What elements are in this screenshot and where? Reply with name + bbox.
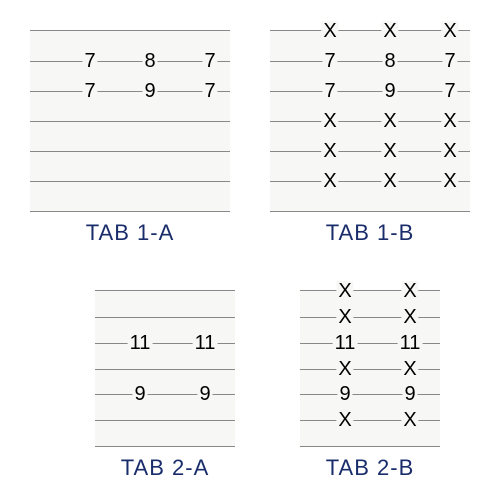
fret-value: 9 <box>382 81 397 101</box>
fret-value: X <box>401 410 418 430</box>
fret-value: 7 <box>82 51 97 71</box>
fret-value: 7 <box>82 81 97 101</box>
fret-value: 11 <box>398 333 423 353</box>
string-line <box>30 181 230 182</box>
fret-value: 9 <box>132 384 147 404</box>
tab-2a-label: TAB 2-A <box>121 455 210 481</box>
string-line <box>30 61 230 62</box>
fret-value: 7 <box>442 51 457 71</box>
tab-1a: 7 7 8 9 7 7 <box>30 30 230 211</box>
fret-value: 9 <box>337 384 352 404</box>
fret-value: X <box>336 307 353 327</box>
string-line <box>95 317 235 318</box>
fret-value: X <box>321 141 338 161</box>
fret-value: X <box>321 111 338 131</box>
fret-value: X <box>441 141 458 161</box>
string-line <box>270 121 470 122</box>
fret-value: 7 <box>202 51 217 71</box>
fret-value: X <box>336 359 353 379</box>
string-line <box>95 369 235 370</box>
fret-value: X <box>401 281 418 301</box>
string-line <box>270 181 470 182</box>
string-line <box>300 317 440 318</box>
fret-value: 7 <box>442 81 457 101</box>
fret-value: X <box>321 21 338 41</box>
fret-value: X <box>441 21 458 41</box>
fret-value: X <box>381 111 398 131</box>
fret-value: 9 <box>197 384 212 404</box>
fret-value: 9 <box>402 384 417 404</box>
tab-2b-label: TAB 2-B <box>326 455 415 481</box>
string-line <box>95 446 235 447</box>
fret-value: 8 <box>382 51 397 71</box>
tab-1a-label: TAB 1-A <box>86 220 175 246</box>
fret-value: 11 <box>193 333 218 353</box>
fret-value: X <box>321 171 338 191</box>
string-line <box>300 446 440 447</box>
string-line <box>300 394 440 395</box>
fret-value: X <box>401 359 418 379</box>
string-line <box>30 151 230 152</box>
fret-value: X <box>441 171 458 191</box>
fret-value: X <box>401 307 418 327</box>
fret-value: 9 <box>142 81 157 101</box>
string-line <box>30 91 230 92</box>
string-line <box>30 121 230 122</box>
fret-value: 7 <box>202 81 217 101</box>
tab-1b-label: TAB 1-B <box>326 220 415 246</box>
fret-value: 7 <box>322 51 337 71</box>
tab-2a: 11 9 11 9 <box>95 290 235 446</box>
string-line <box>270 61 470 62</box>
fret-value: 8 <box>142 51 157 71</box>
string-line <box>270 91 470 92</box>
tab-1b: X77XXXX89XXXX77XXX <box>270 30 470 211</box>
string-line <box>95 420 235 421</box>
fret-value: X <box>441 111 458 131</box>
fret-value: 7 <box>322 81 337 101</box>
tab-diagram-canvas: 778977TAB 1-AX77XXXX89XXXX77XXXTAB 1-B11… <box>0 0 500 500</box>
fret-value: X <box>381 141 398 161</box>
fret-value: X <box>336 410 353 430</box>
fret-value: X <box>336 281 353 301</box>
string-line <box>95 394 235 395</box>
tab-2b: XX11X9XXX11X9X <box>300 290 440 446</box>
fret-value: X <box>381 171 398 191</box>
string-line <box>300 420 440 421</box>
fret-value: 11 <box>128 333 153 353</box>
string-line <box>30 211 230 212</box>
string-line <box>270 151 470 152</box>
fret-value: 11 <box>333 333 358 353</box>
string-line <box>270 211 470 212</box>
fret-value: X <box>381 21 398 41</box>
string-line <box>300 369 440 370</box>
